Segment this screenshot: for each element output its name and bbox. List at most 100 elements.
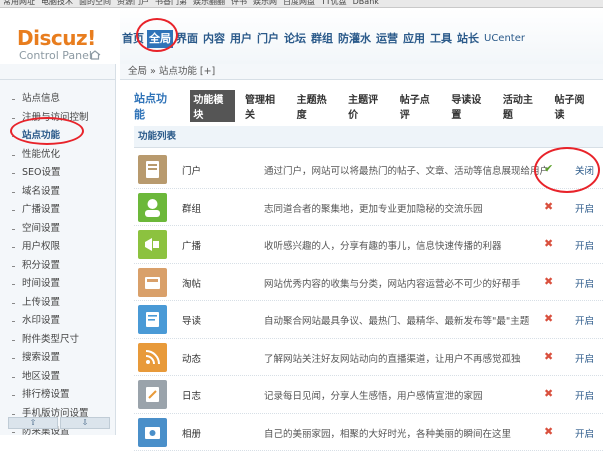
cross-icon: ✖ (544, 275, 553, 288)
feature-description: 了解网站关注好友网站动向的直播渠道，让用户不再感觉孤独 (264, 351, 521, 365)
sidebar-scroll-controls: ⇧ ⇩ (8, 417, 110, 429)
cross-icon: ✖ (544, 237, 553, 250)
sidebar-item[interactable]: 用户权限 (0, 238, 116, 257)
feature-row: 淘帖网站优秀内容的收集与分类，网站内容运营必不可少的好帮手✖开启 (134, 264, 603, 302)
sidebar-item[interactable]: 积分设置 (0, 257, 116, 276)
feature-name: 动态 (182, 351, 201, 365)
page-title: 站点功能 (134, 90, 176, 122)
feature-row: 动态 了解网站关注好友网站动向的直播渠道，让用户不再感觉孤独 ✖ 开启 (134, 339, 603, 377)
scroll-up-button[interactable]: ⇧ (8, 417, 58, 429)
bookmark-item[interactable]: 书香门第 (152, 0, 190, 7)
feature-list-header: 功能列表 (134, 126, 603, 148)
cross-icon: ✖ (544, 350, 553, 363)
feed-icon (138, 343, 167, 372)
toggle-link[interactable]: 开启 (575, 238, 594, 252)
tab-8[interactable]: 防灌水 (336, 30, 373, 48)
feature-row: 群组 志同道合者的聚集地，更加专业更加隐秘的交流乐园 ✖ 开启 (134, 189, 603, 227)
tab-10[interactable]: 应用 (401, 30, 427, 48)
toggle-link[interactable]: 开启 (575, 313, 594, 327)
toggle-link[interactable]: 开启 (575, 276, 594, 290)
sidebar-item[interactable]: 排行榜设置 (0, 386, 116, 405)
tab-1[interactable]: 全局 (147, 30, 173, 48)
sidebar-menu: 站点信息注册与访问控制站点功能性能优化SEO设置域名设置广播设置空间设置用户权限… (0, 90, 116, 442)
feature-row: 日志记录每日见闻，分享人生感悟，用户感情宣泄的家园✖开启 (134, 376, 603, 414)
sidebar-item[interactable]: 搜索设置 (0, 349, 116, 368)
sidebar-item[interactable]: 水印设置 (0, 312, 116, 331)
feature-name: 导读 (182, 313, 201, 327)
toggle-link[interactable]: 开启 (575, 426, 594, 440)
main-content: 站点功能 功能模块管理相关主题热度主题评价帖子点评导读设置活动主题帖子阅读 功能… (120, 80, 603, 435)
sidebar-item[interactable]: 上传设置 (0, 294, 116, 313)
sidebar-item[interactable]: 广播设置 (0, 201, 116, 220)
toggle-link[interactable]: 开启 (575, 388, 594, 402)
subtab[interactable]: 活动主题 (500, 90, 545, 122)
bookmark-item[interactable]: 娱乐网 (250, 0, 280, 7)
sidebar-item[interactable]: 附件类型尺寸 (0, 331, 116, 350)
sidebar-item[interactable]: 站点信息 (0, 90, 116, 109)
tab-5[interactable]: 门户 (255, 30, 281, 48)
subtab[interactable]: 管理相关 (242, 90, 287, 122)
feature-row: 导读自动聚合网站最具争议、最热门、最精华、最新发布等"最"主题✖开启 (134, 301, 603, 339)
tab-9[interactable]: 运营 (374, 30, 400, 48)
toggle-link[interactable]: 开启 (575, 351, 594, 365)
cross-icon: ✖ (544, 425, 553, 438)
toggle-link[interactable]: 关闭 (575, 163, 594, 177)
album-icon (138, 418, 167, 447)
sidebar-item[interactable]: 空间设置 (0, 220, 116, 239)
bookmark-item[interactable]: 资源门户 (114, 0, 152, 7)
feature-name: 相册 (182, 426, 201, 440)
tab-12[interactable]: 站长 (455, 30, 481, 48)
logo-title: Discuz! (17, 26, 96, 50)
home-icon[interactable] (89, 50, 101, 60)
feature-name: 淘帖 (182, 276, 201, 290)
sidebar-item[interactable]: SEO设置 (0, 164, 116, 183)
subtab[interactable]: 帖子点评 (397, 90, 442, 122)
bookmark-item[interactable]: DBank (350, 0, 382, 7)
sidebar-item[interactable]: 站点功能 (0, 127, 116, 146)
bookmark-item[interactable]: TT优盘 (318, 0, 350, 7)
bookmark-item[interactable]: 百度网盘 (280, 0, 318, 7)
subtab[interactable]: 导读设置 (448, 90, 493, 122)
scroll-down-button[interactable]: ⇩ (60, 417, 110, 429)
group-icon (138, 193, 167, 222)
subtab[interactable]: 主题热度 (294, 90, 339, 122)
tab-6[interactable]: 论坛 (282, 30, 308, 48)
blog-icon (138, 380, 167, 409)
feature-description: 记录每日见闻，分享人生感悟，用户感情宣泄的家园 (264, 388, 483, 402)
tab-3[interactable]: 内容 (201, 30, 227, 48)
sidebar-item[interactable]: 地区设置 (0, 368, 116, 387)
tab-7[interactable]: 群组 (309, 30, 335, 48)
sidebar: 站点信息注册与访问控制站点功能性能优化SEO设置域名设置广播设置空间设置用户权限… (0, 64, 116, 435)
breadcrumb[interactable]: 全局 » 站点功能 [+] (120, 64, 603, 80)
bookmark-item[interactable]: 电脑技术 (38, 0, 76, 7)
cross-icon: ✖ (544, 200, 553, 213)
bookmark-item[interactable]: 面的空间 (76, 0, 114, 7)
feature-description: 志同道合者的聚集地，更加专业更加隐秘的交流乐园 (264, 201, 483, 215)
collection-icon (138, 268, 167, 297)
tab-11[interactable]: 工具 (428, 30, 454, 48)
subtab[interactable]: 主题评价 (345, 90, 390, 122)
bookmark-item[interactable]: 常用网址 (0, 0, 38, 7)
sidebar-item[interactable]: 注册与访问控制 (0, 109, 116, 128)
sidebar-item[interactable]: 性能优化 (0, 146, 116, 165)
bookmark-item[interactable]: 评书 (228, 0, 250, 7)
tab-4[interactable]: 用户 (228, 30, 254, 48)
sidebar-item[interactable]: 域名设置 (0, 183, 116, 202)
logo[interactable]: Discuz! Control Panel (0, 8, 120, 64)
feature-list: 门户通过门户，网站可以将最热门的帖子、文章、活动等信息展现给用户✔关闭群组志同道… (134, 151, 603, 451)
top-navigation: 首页全局界面内容用户门户论坛群组防灌水运营应用工具站长UCenter (120, 8, 603, 64)
bookmark-item[interactable]: 娱乐翻翻 (190, 0, 228, 7)
feature-name: 群组 (182, 201, 201, 215)
feature-name: 门户 (182, 163, 201, 177)
toggle-link[interactable]: 开启 (575, 201, 594, 215)
feature-description: 通过门户，网站可以将最热门的帖子、文章、活动等信息展现给用户 (264, 163, 549, 177)
subtab[interactable]: 功能模块 (190, 90, 235, 122)
tab-13[interactable]: UCenter (482, 30, 527, 48)
subtab[interactable]: 帖子阅读 (551, 90, 596, 122)
feature-name: 日志 (182, 388, 201, 402)
top-nav-tabs: 首页全局界面内容用户门户论坛群组防灌水运营应用工具站长UCenter (120, 30, 528, 48)
bookmarks-bar: 常用网址电脑技术面的空间资源门户书香门第娱乐翻翻评书娱乐网百度网盘TT优盘DBa… (0, 0, 603, 8)
sidebar-item[interactable]: 时间设置 (0, 275, 116, 294)
tab-0[interactable]: 首页 (120, 30, 146, 48)
tab-2[interactable]: 界面 (174, 30, 200, 48)
